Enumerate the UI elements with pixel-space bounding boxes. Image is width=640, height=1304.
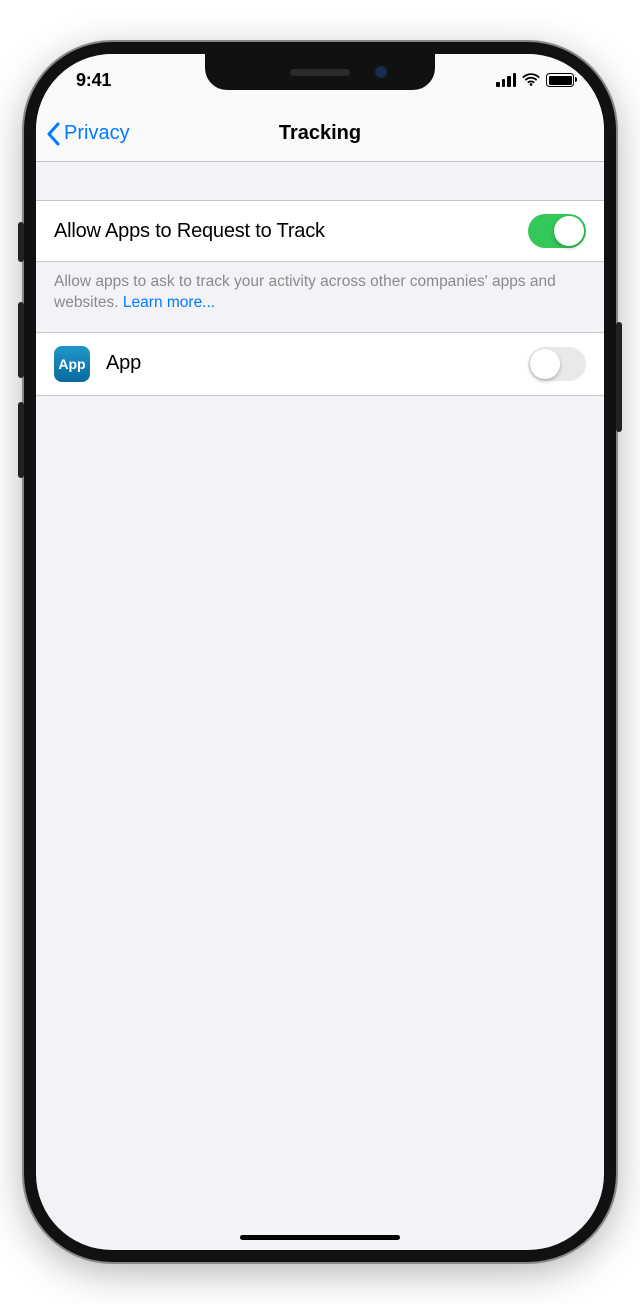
mute-switch [18,222,24,262]
cellular-signal-icon [496,73,516,87]
chevron-left-icon [46,122,60,146]
home-indicator[interactable] [240,1235,400,1240]
toggle-knob [554,216,584,246]
allow-tracking-label: Allow Apps to Request to Track [54,220,325,243]
status-icons [496,73,574,87]
navigation-bar: Privacy Tracking [36,106,604,162]
wifi-icon [522,73,540,87]
toggle-knob [530,349,560,379]
status-time: 9:41 [76,70,111,91]
front-camera [375,66,387,78]
app-cell-left: App App [54,346,141,382]
app-tracking-toggle[interactable] [528,347,586,381]
app-icon: App [54,346,90,382]
back-label: Privacy [64,122,130,145]
back-button[interactable]: Privacy [36,122,130,146]
settings-content: Allow Apps to Request to Track Allow app… [36,162,604,396]
notch [205,54,435,90]
speaker [290,69,350,76]
allow-tracking-cell: Allow Apps to Request to Track [36,200,604,262]
volume-up-button [18,302,24,378]
learn-more-link[interactable]: Learn more... [123,294,215,311]
screen: 9:41 Privacy Tracking [36,54,604,1250]
phone-frame: 9:41 Privacy Tracking [24,42,616,1262]
app-tracking-cell: App App [36,332,604,396]
volume-down-button [18,402,24,478]
battery-icon [546,73,574,87]
app-name-label: App [106,352,141,375]
allow-tracking-description: Allow apps to ask to track your activity… [36,262,604,332]
side-button [616,322,622,432]
allow-tracking-toggle[interactable] [528,214,586,248]
